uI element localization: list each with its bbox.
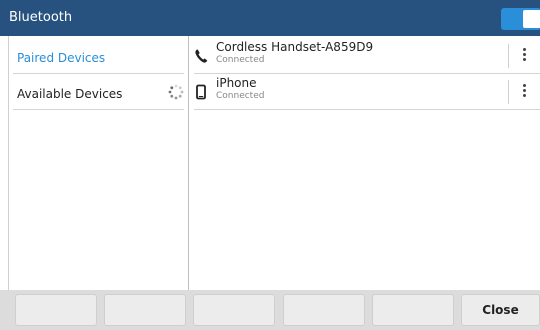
sidebar-item-paired-devices[interactable]: Paired Devices: [13, 38, 184, 74]
sidebar-item-label: Paired Devices: [17, 51, 106, 65]
more-options-icon[interactable]: [523, 84, 527, 100]
sidebar-item-available-devices[interactable]: Available Devices: [13, 74, 184, 110]
close-button[interactable]: Close: [461, 294, 540, 326]
row-divider: [508, 44, 509, 68]
softkey-1[interactable]: [15, 294, 97, 326]
sidebar: Paired Devices Available Devices: [8, 36, 189, 290]
phone-icon: [195, 49, 208, 63]
title-bar: Bluetooth: [0, 0, 540, 36]
softkey-5[interactable]: [372, 294, 454, 326]
softkey-2[interactable]: [104, 294, 186, 326]
toggle-knob: [523, 10, 540, 28]
sidebar-item-label: Available Devices: [17, 87, 123, 101]
mobile-phone-icon: [196, 84, 206, 100]
loading-spinner-icon: [168, 84, 184, 100]
more-options-icon[interactable]: [523, 48, 527, 64]
softkey-bar: Close: [0, 290, 540, 330]
softkey-3[interactable]: [193, 294, 275, 326]
device-status: Connected: [216, 91, 265, 101]
device-row-iphone[interactable]: iPhone Connected: [194, 74, 540, 110]
softkey-4[interactable]: [283, 294, 365, 326]
row-divider: [508, 80, 509, 104]
bluetooth-toggle[interactable]: [501, 8, 540, 30]
page-title: Bluetooth: [9, 10, 73, 25]
device-name: Cordless Handset-A859D9: [216, 40, 374, 54]
device-status: Connected: [216, 55, 265, 65]
device-row-cordless-handset[interactable]: Cordless Handset-A859D9 Connected: [194, 38, 540, 74]
device-name: iPhone: [216, 76, 257, 90]
